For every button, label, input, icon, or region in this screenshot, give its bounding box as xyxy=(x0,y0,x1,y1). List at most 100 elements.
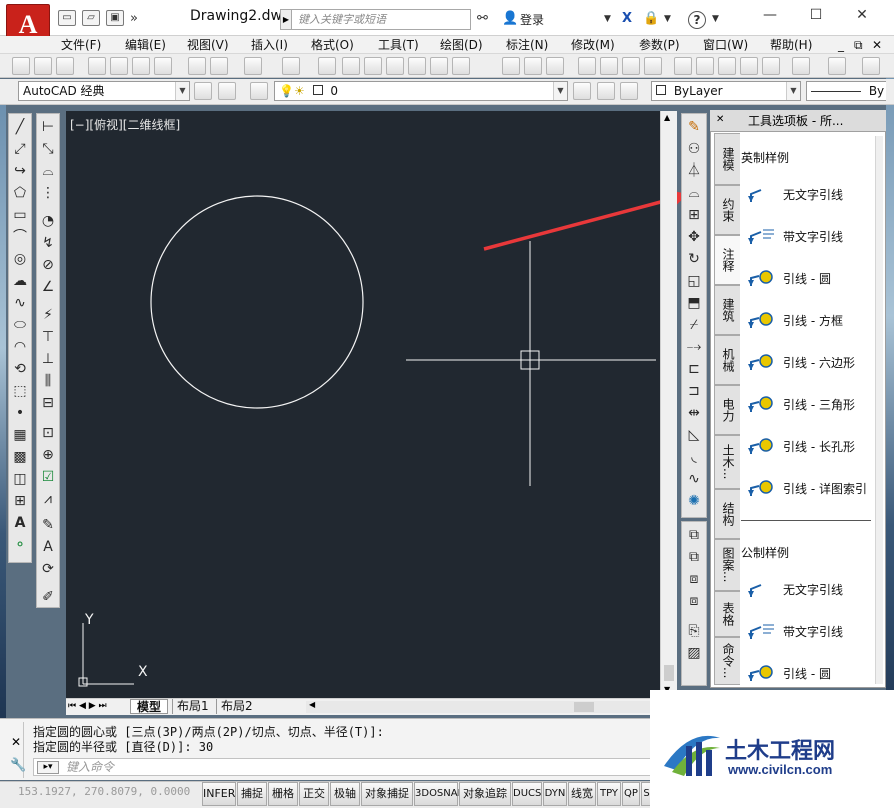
save-icon[interactable]: ▣ xyxy=(106,10,124,26)
new-icon-2[interactable] xyxy=(502,57,520,75)
3d-print-icon[interactable] xyxy=(154,57,172,75)
send-under-icon[interactable]: ⧈ xyxy=(685,592,703,610)
break-at-point-icon[interactable]: ⊏ xyxy=(685,360,703,378)
jogged-linear-icon[interactable]: ⩘ xyxy=(39,490,57,508)
fillet-icon[interactable]: ◟ xyxy=(685,448,703,466)
menu-parametric[interactable]: 参数(P) xyxy=(639,36,680,54)
array-icon[interactable]: ⊞ xyxy=(685,206,703,224)
mirror-icon[interactable]: ⏃ xyxy=(685,162,703,180)
palette-tab-structural[interactable]: 结构 xyxy=(714,489,740,539)
publish-icon-2[interactable] xyxy=(622,57,640,75)
new-file-icon[interactable]: ▭ xyxy=(58,10,76,26)
menu-tools[interactable]: 工具(T) xyxy=(378,36,419,54)
jogged-dim-icon[interactable]: ↯ xyxy=(39,234,57,252)
block-icon-2[interactable] xyxy=(762,57,780,75)
command-customize-icon[interactable]: 🔧 xyxy=(10,758,26,773)
exchange-icon[interactable]: X xyxy=(622,11,632,27)
arc-icon[interactable]: ⌒ xyxy=(11,228,29,246)
palette-tab-mechanical[interactable]: 机械 xyxy=(714,335,740,385)
match-properties-icon[interactable] xyxy=(188,57,206,75)
menu-insert[interactable]: 插入(I) xyxy=(251,36,288,54)
save-toolbar-icon[interactable] xyxy=(56,57,74,75)
table-icon[interactable]: ⊞ xyxy=(11,492,29,510)
scroll-left-icon[interactable]: ◀ xyxy=(309,700,315,709)
plot-icon-2[interactable] xyxy=(578,57,596,75)
insert-block-icon[interactable]: ⟲ xyxy=(11,360,29,378)
move-icon[interactable]: ✥ xyxy=(685,228,703,246)
tolerance-icon[interactable]: ⊡ xyxy=(39,424,57,442)
status-otrack[interactable]: 对象追踪 xyxy=(459,782,511,806)
continue-dim-icon[interactable]: ⊥ xyxy=(39,350,57,368)
pan-icon-2[interactable] xyxy=(862,57,880,75)
color-select[interactable]: ByLayer ▼ xyxy=(651,81,801,101)
login-dropdown-icon[interactable]: ▼ xyxy=(604,11,611,27)
quick-dim-icon[interactable]: ⚡ xyxy=(39,306,57,324)
angular-dim-icon[interactable]: ∠ xyxy=(39,278,57,296)
spline-icon[interactable]: ∿ xyxy=(11,294,29,312)
coordinate-readout[interactable]: 153.1927, 270.8079, 0.0000 xyxy=(18,785,190,798)
bring-to-front-icon[interactable]: ⧉ xyxy=(685,526,703,544)
command-close-icon[interactable]: ✕ xyxy=(11,735,21,749)
tab-layout2[interactable]: 布局2 xyxy=(216,699,253,714)
status-qp[interactable]: QP xyxy=(622,782,640,806)
save-icon-2[interactable] xyxy=(546,57,564,75)
scroll-up-icon[interactable]: ▲ xyxy=(664,113,670,122)
match-icon-2[interactable] xyxy=(740,57,758,75)
undo-icon-2[interactable] xyxy=(792,57,810,75)
explode-icon[interactable]: ✺ xyxy=(685,492,703,510)
diameter-dim-icon[interactable]: ⊘ xyxy=(39,256,57,274)
palette-item-text-leader[interactable]: 带文字引线 xyxy=(747,222,872,252)
aligned-dim-icon[interactable]: ⤡ xyxy=(39,140,57,158)
palette-item-leader-callout[interactable]: 引线 - 详图索引 xyxy=(747,474,872,504)
make-block-icon[interactable]: ⬚ xyxy=(11,382,29,400)
layer-select[interactable]: 💡☀ 0 ▼ xyxy=(274,81,568,101)
circle-icon[interactable]: ◎ xyxy=(11,250,29,268)
status-ducs[interactable]: DUCS xyxy=(512,782,542,806)
linear-dim-icon[interactable]: ⊢ xyxy=(39,118,57,136)
help-dropdown-icon[interactable]: ▼ xyxy=(712,11,719,27)
login-button[interactable]: 登录 xyxy=(520,11,544,28)
menu-window[interactable]: 窗口(W) xyxy=(703,36,748,54)
binoculars-icon[interactable]: ⚯ xyxy=(477,11,488,27)
break-icon[interactable]: ⊐ xyxy=(685,382,703,400)
workspace-settings-icon[interactable] xyxy=(194,82,212,100)
palette-tab-electrical[interactable]: 电力 xyxy=(714,385,740,435)
tool-palettes-icon[interactable] xyxy=(386,57,404,75)
status-tpy[interactable]: TPY xyxy=(597,782,621,806)
join-icon[interactable]: ⇹ xyxy=(685,404,703,422)
construction-line-icon[interactable]: ⤢ xyxy=(11,140,29,158)
dim-break-icon[interactable]: ⊟ xyxy=(39,394,57,412)
polygon-icon[interactable]: ⬠ xyxy=(11,184,29,202)
palette-scrollbar[interactable] xyxy=(875,136,883,684)
scroll-thumb[interactable] xyxy=(664,665,674,681)
dim-update-icon[interactable]: ⟳ xyxy=(39,560,57,578)
bring-above-icon[interactable]: ⧈ xyxy=(685,570,703,588)
menu-file[interactable]: 文件(F) xyxy=(61,36,101,54)
status-dyn[interactable]: DYN xyxy=(543,782,567,806)
mtext-icon[interactable]: A xyxy=(11,514,29,532)
markup-icon[interactable] xyxy=(430,57,448,75)
status-ortho[interactable]: 正交 xyxy=(299,782,329,806)
palette-item-metric-text-leader[interactable]: 带文字引线 xyxy=(747,617,872,647)
palette-close-icon[interactable]: ✕ xyxy=(716,114,724,125)
palette-tab-modeling[interactable]: 建模 xyxy=(714,133,740,185)
copy-object-icon[interactable]: ⚇ xyxy=(685,140,703,158)
redo-icon[interactable] xyxy=(282,57,300,75)
status-osnap[interactable]: 对象捕捉 xyxy=(361,782,413,806)
palette-tab-civil[interactable]: 土木... xyxy=(714,435,740,489)
tab-layout1[interactable]: 布局1 xyxy=(172,699,209,714)
sheet-set-icon[interactable] xyxy=(408,57,426,75)
menu-help[interactable]: 帮助(H) xyxy=(770,36,812,54)
command-prompt-icon[interactable]: ▸▾ xyxy=(37,761,59,774)
cut-icon[interactable] xyxy=(674,57,692,75)
plot-preview-icon-2[interactable] xyxy=(600,57,618,75)
more-chevron-icon[interactable]: » xyxy=(130,11,138,27)
ordinate-dim-icon[interactable]: ⋮ xyxy=(39,184,57,202)
palette-item-leader-circle[interactable]: 引线 - 圆 xyxy=(747,264,872,294)
scale-icon[interactable]: ◱ xyxy=(685,272,703,290)
status-grid[interactable]: 栅格 xyxy=(268,782,298,806)
paste-icon[interactable] xyxy=(718,57,736,75)
radius-dim-icon[interactable]: ◔ xyxy=(39,212,57,230)
properties-icon[interactable] xyxy=(342,57,360,75)
palette-tab-annotation[interactable]: 注释 xyxy=(714,235,740,285)
